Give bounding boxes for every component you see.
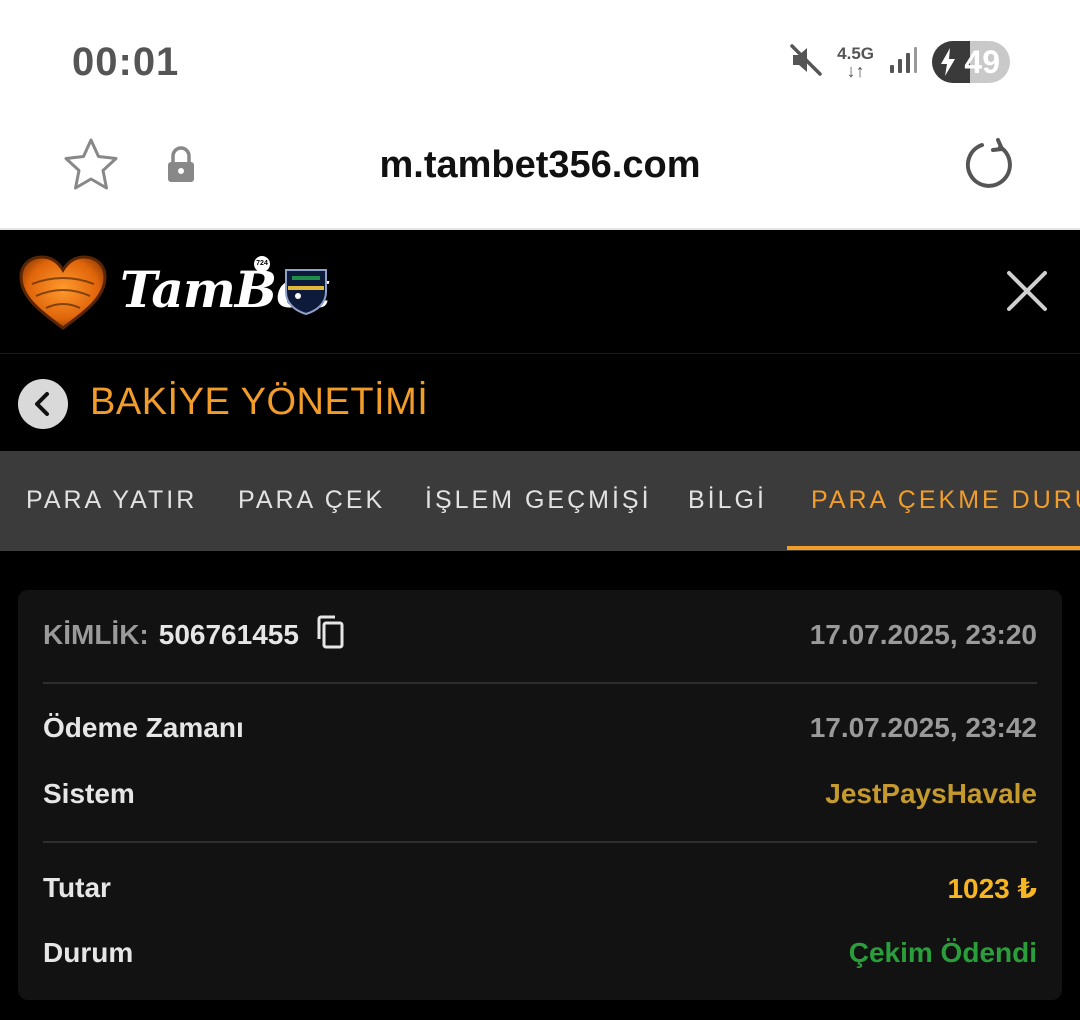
transaction-id-row: KİMLİK: 506761455 17.07.2025, 23:20 xyxy=(43,612,1037,658)
tab-bilgi[interactable]: BİLGİ xyxy=(688,451,767,551)
charging-bolt-icon xyxy=(941,48,955,76)
browser-url-bar: m.tambet356.com xyxy=(0,120,1080,230)
system-label: Sistem xyxy=(43,778,135,809)
status-row: Durum Çekim Ödendi xyxy=(43,931,1037,975)
close-icon[interactable] xyxy=(1004,268,1050,319)
active-tab-indicator xyxy=(787,546,1080,550)
battery-level: 49 xyxy=(964,44,1000,80)
transaction-id-label: KİMLİK: xyxy=(43,619,149,650)
amount-label: Tutar xyxy=(43,872,111,903)
chevron-left-icon xyxy=(35,392,49,416)
status-icons: 4.5G ↓↑ 49 xyxy=(789,40,1010,84)
app-header: TamBet 724 xyxy=(0,232,1080,354)
status-time: 00:01 xyxy=(72,40,180,84)
payment-time-value: 17.07.2025, 23:42 xyxy=(809,712,1037,743)
signal-icon xyxy=(888,45,918,80)
divider xyxy=(43,841,1037,843)
transaction-card: KİMLİK: 506761455 17.07.2025, 23:20 Ödem… xyxy=(18,590,1062,1000)
system-value: JestPaysHavale xyxy=(825,778,1037,809)
amount-row: Tutar 1023 ₺ xyxy=(43,866,1037,910)
heart-logo-icon[interactable] xyxy=(18,254,108,337)
tab-para-yatir[interactable]: PARA YATIR xyxy=(26,451,197,551)
divider xyxy=(43,682,1037,684)
transaction-id-group: KİMLİK: 506761455 xyxy=(43,615,345,656)
copy-icon[interactable] xyxy=(315,615,345,656)
system-row: Sistem JestPaysHavale xyxy=(43,772,1037,816)
network-indicator: 4.5G ↓↑ xyxy=(837,45,874,80)
amount-value: 1023 ₺ xyxy=(947,872,1037,904)
status-label: Durum xyxy=(43,937,134,968)
page-title: BAKİYE YÖNETİMİ xyxy=(90,381,429,423)
battery-charging-icon: 49 xyxy=(932,41,1010,83)
status-badge: Çekim Ödendi xyxy=(848,937,1037,968)
mute-icon xyxy=(789,43,823,82)
section-header: BAKİYE YÖNETİMİ xyxy=(0,355,1080,451)
tab-bar: PARA YATIR PARA ÇEK İŞLEM GEÇMİŞİ BİLGİ … xyxy=(0,451,1080,551)
payment-time-row: Ödeme Zamanı 17.07.2025, 23:42 xyxy=(43,706,1037,750)
reload-icon[interactable] xyxy=(962,138,1016,197)
brand-badge: 724 xyxy=(254,256,270,272)
sponsor-shield-icon xyxy=(282,266,330,321)
status-bar: 00:01 4.5G ↓↑ 49 xyxy=(0,0,1080,120)
url-text[interactable]: m.tambet356.com xyxy=(0,144,1080,187)
network-arrows: ↓↑ xyxy=(846,60,865,81)
back-button[interactable] xyxy=(18,379,68,429)
transaction-created-date: 17.07.2025, 23:20 xyxy=(809,619,1037,650)
tab-islem-gecmisi[interactable]: İŞLEM GEÇMİŞİ xyxy=(425,451,652,551)
tab-para-cek[interactable]: PARA ÇEK xyxy=(238,451,385,551)
transaction-id-value: 506761455 xyxy=(158,619,299,650)
network-type-label: 4.5G xyxy=(837,43,874,63)
payment-time-label: Ödeme Zamanı xyxy=(43,712,244,743)
tab-para-cekme-durumu[interactable]: PARA ÇEKME DURUMU xyxy=(811,451,1080,551)
